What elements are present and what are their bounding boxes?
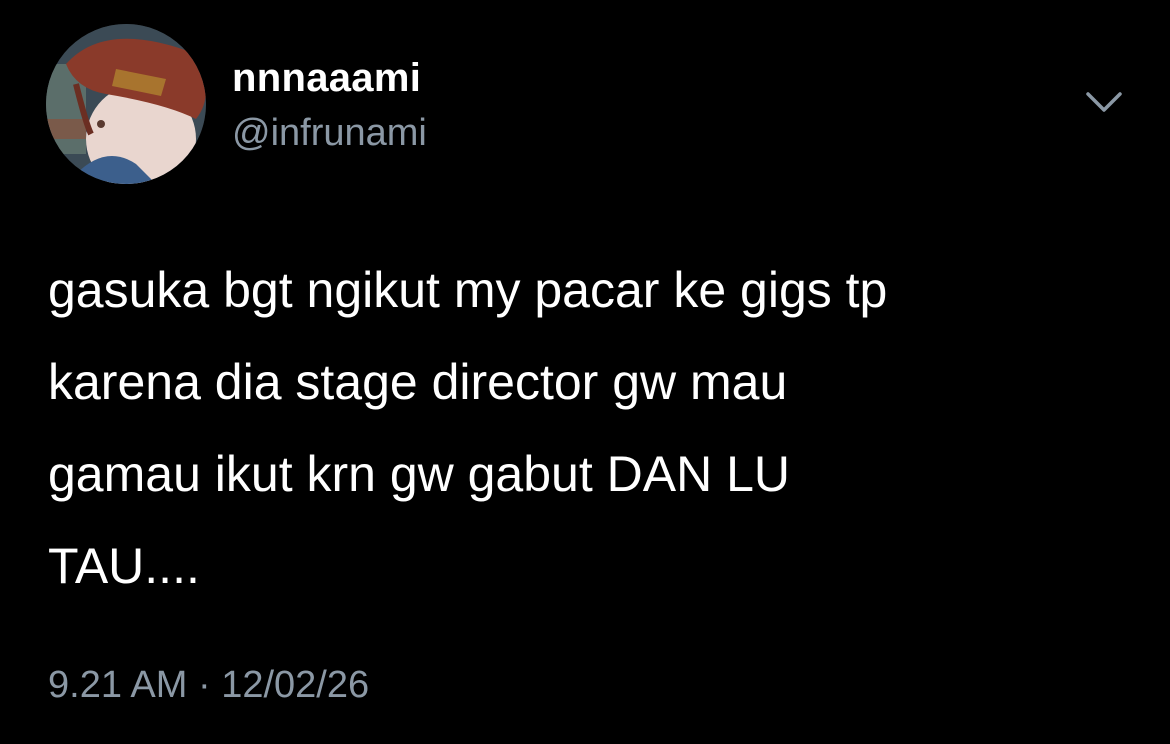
tweet-text: gasuka bgt ngikut my pacar ke gigs tp ka… bbox=[48, 244, 1138, 612]
display-name[interactable]: nnnaaami bbox=[232, 54, 421, 102]
tweet-card: nnnaaami @infrunami gasuka bgt ngikut my… bbox=[0, 0, 1170, 744]
tweet-text-line: TAU.... bbox=[48, 538, 200, 594]
tweet-text-line: gamau ikut krn gw gabut DAN LU bbox=[48, 446, 791, 502]
tweet-text-line: gasuka bgt ngikut my pacar ke gigs tp bbox=[48, 262, 888, 318]
chevron-down-icon bbox=[1086, 92, 1122, 112]
avatar[interactable] bbox=[46, 24, 206, 184]
meta-separator: · bbox=[197, 664, 211, 706]
profile-photo-icon bbox=[46, 24, 206, 184]
tweet-time: 9.21 AM bbox=[48, 664, 188, 706]
more-options-button[interactable] bbox=[1080, 84, 1128, 124]
tweet-timestamp[interactable]: 9.21 AM · 12/02/26 bbox=[48, 662, 369, 708]
tweet-text-line: karena dia stage director gw mau bbox=[48, 354, 788, 410]
tweet-date: 12/02/26 bbox=[221, 664, 370, 706]
user-handle[interactable]: @infrunami bbox=[232, 110, 427, 156]
